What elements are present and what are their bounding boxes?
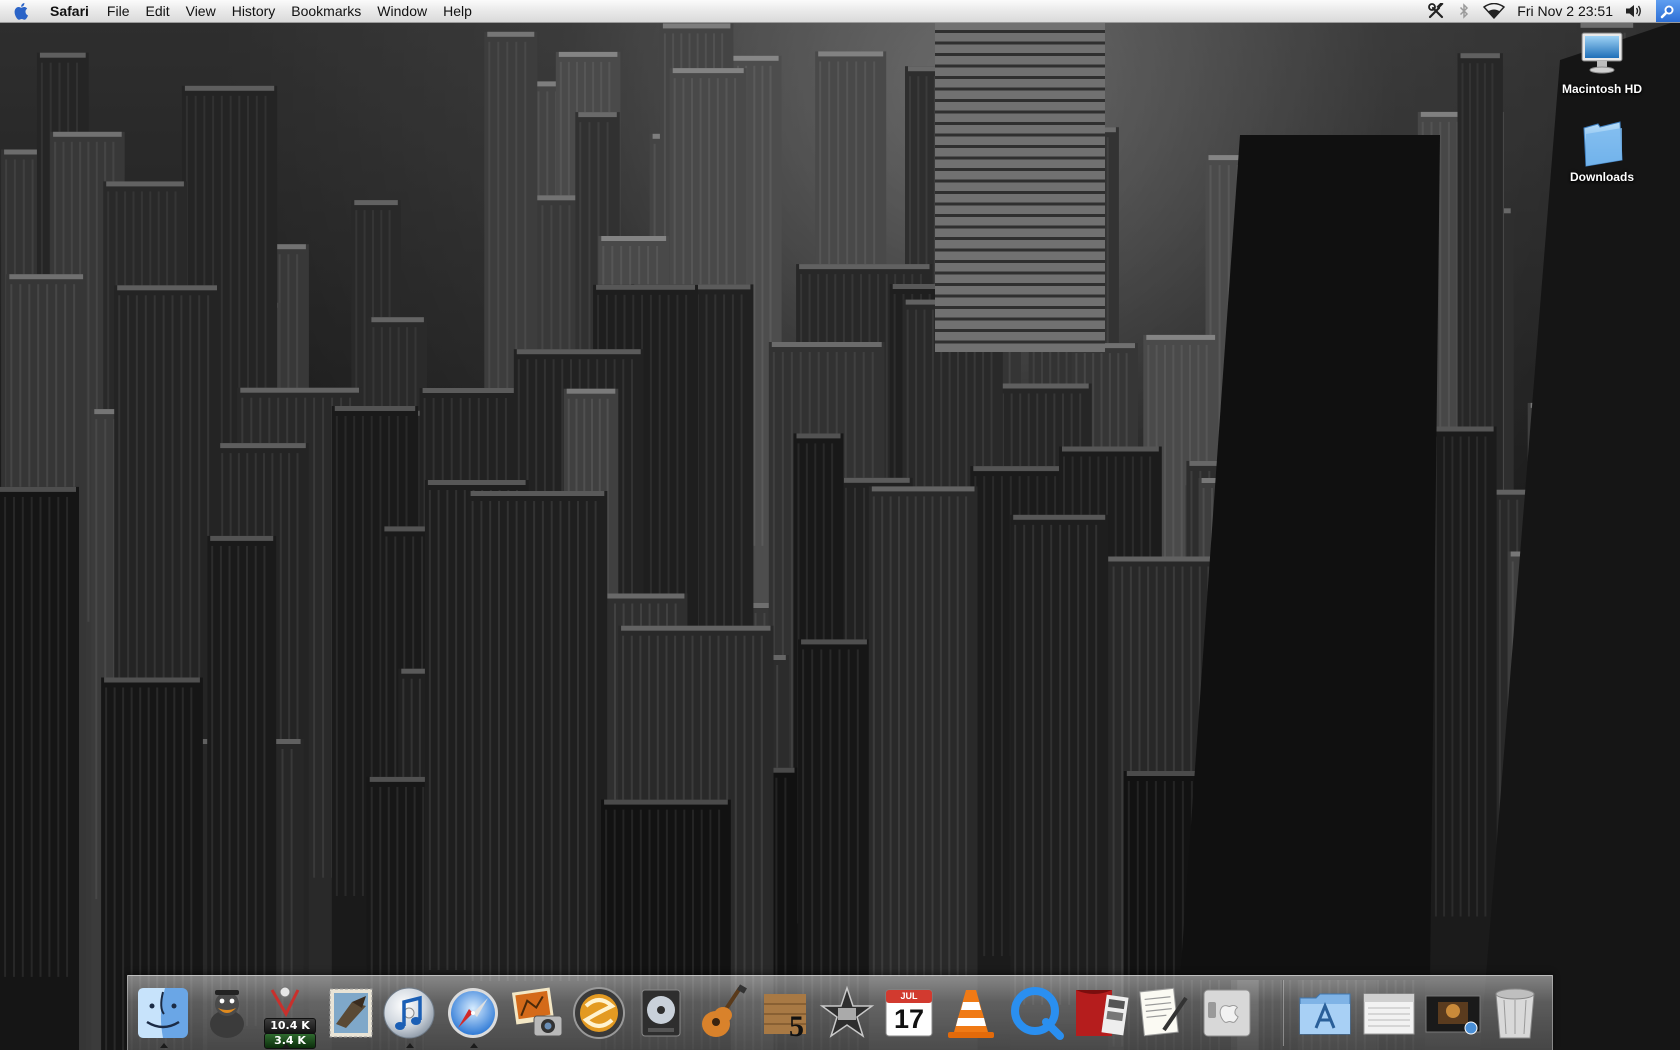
desktop-icon-label: Downloads bbox=[1569, 170, 1634, 184]
dvd-icon bbox=[641, 989, 681, 1037]
photo-camera-icon bbox=[511, 987, 563, 1037]
dock-logic[interactable]: 5 bbox=[756, 984, 814, 1042]
calendar-month: JUL bbox=[900, 991, 918, 1001]
duck-icon bbox=[210, 990, 244, 1038]
dock-sketchup[interactable] bbox=[570, 984, 628, 1042]
dock-itunes[interactable] bbox=[380, 984, 438, 1048]
dock-stack-documents[interactable] bbox=[1360, 984, 1418, 1042]
dock-front-row[interactable] bbox=[1072, 984, 1130, 1042]
running-indicator bbox=[406, 1043, 414, 1048]
dock-garageband[interactable] bbox=[694, 984, 752, 1042]
net-out-badge: 3.4 K bbox=[264, 1033, 316, 1049]
menu-history[interactable]: History bbox=[224, 0, 284, 22]
apple-menu-icon[interactable] bbox=[0, 0, 44, 22]
spotlight-icon[interactable] bbox=[1656, 0, 1680, 22]
dock-textedit[interactable] bbox=[1134, 984, 1192, 1042]
quicktime-icon bbox=[1011, 987, 1064, 1040]
dock-ical[interactable]: JUL 17 bbox=[880, 984, 938, 1042]
piano-five-icon: 5 bbox=[764, 994, 806, 1042]
dock-stack-movies[interactable] bbox=[1424, 984, 1482, 1042]
documents-stack-icon bbox=[1363, 993, 1415, 1035]
dock-mail[interactable] bbox=[322, 984, 380, 1042]
swirl-icon bbox=[573, 987, 625, 1039]
dock: 10.4 K 3.4 K 5 JUL 17 bbox=[127, 975, 1553, 1050]
menu-window[interactable]: Window bbox=[369, 0, 435, 22]
calendar-day: 17 bbox=[893, 1004, 925, 1034]
hard-drive-icon bbox=[1574, 30, 1630, 80]
wifi-icon[interactable] bbox=[1476, 0, 1512, 22]
curtain-icon bbox=[1076, 990, 1129, 1036]
dock-adium[interactable] bbox=[198, 984, 256, 1042]
clock[interactable]: Fri Nov 2 23:51 bbox=[1512, 0, 1618, 22]
apple-switch-icon bbox=[1203, 989, 1251, 1037]
folder-icon bbox=[1574, 118, 1630, 168]
star-icon bbox=[819, 985, 875, 1038]
dock-iphoto[interactable] bbox=[508, 984, 566, 1042]
dock-safari[interactable] bbox=[444, 984, 502, 1048]
dock-quicktime[interactable] bbox=[1008, 984, 1066, 1042]
dock-imovie[interactable] bbox=[818, 984, 876, 1042]
dock-dvd-player[interactable] bbox=[632, 984, 690, 1042]
dock-stack-applications[interactable] bbox=[1296, 984, 1354, 1042]
desktop-icon-macintosh-hd[interactable]: Macintosh HD bbox=[1547, 30, 1657, 96]
dock-finder[interactable] bbox=[134, 984, 192, 1048]
menu-help[interactable]: Help bbox=[435, 0, 480, 22]
dock-system-preferences[interactable] bbox=[1198, 984, 1256, 1042]
volume-icon[interactable] bbox=[1618, 0, 1650, 22]
traffic-cone-icon bbox=[948, 990, 994, 1038]
menu-app-name[interactable]: Safari bbox=[44, 0, 99, 22]
svg-text:5: 5 bbox=[789, 1010, 804, 1042]
dock-vlc[interactable] bbox=[942, 984, 1000, 1042]
running-indicator bbox=[160, 1043, 168, 1048]
finder-icon bbox=[138, 988, 188, 1038]
desktop[interactable] bbox=[0, 0, 1680, 1050]
dock-trash[interactable] bbox=[1486, 984, 1544, 1042]
dock-separator bbox=[1282, 980, 1284, 1046]
guitar-icon bbox=[702, 984, 747, 1037]
running-indicator bbox=[282, 1043, 290, 1048]
compass-icon bbox=[448, 988, 498, 1038]
tools-icon[interactable] bbox=[1420, 0, 1452, 22]
city-wallpaper bbox=[0, 0, 1680, 1050]
applications-folder-icon bbox=[1299, 993, 1351, 1035]
desktop-icon-label: Macintosh HD bbox=[1561, 82, 1642, 96]
running-indicator bbox=[470, 1043, 478, 1048]
menu-view[interactable]: View bbox=[178, 0, 224, 22]
menu-bar: Safari File Edit View History Bookmarks … bbox=[0, 0, 1680, 23]
trash-icon bbox=[1495, 988, 1535, 1039]
menu-edit[interactable]: Edit bbox=[137, 0, 177, 22]
net-in-badge: 10.4 K bbox=[264, 1018, 316, 1034]
desktop-icon-downloads[interactable]: Downloads bbox=[1547, 118, 1657, 184]
bluetooth-icon[interactable] bbox=[1452, 0, 1476, 22]
document-pen-icon bbox=[1139, 987, 1188, 1037]
movie-thumbnail-icon bbox=[1425, 995, 1481, 1035]
stamp-icon bbox=[329, 988, 373, 1038]
dock-network-monitor[interactable]: 10.4 K 3.4 K bbox=[256, 984, 316, 1049]
menu-file[interactable]: File bbox=[99, 0, 138, 22]
menu-bookmarks[interactable]: Bookmarks bbox=[283, 0, 369, 22]
itunes-icon bbox=[383, 987, 435, 1039]
